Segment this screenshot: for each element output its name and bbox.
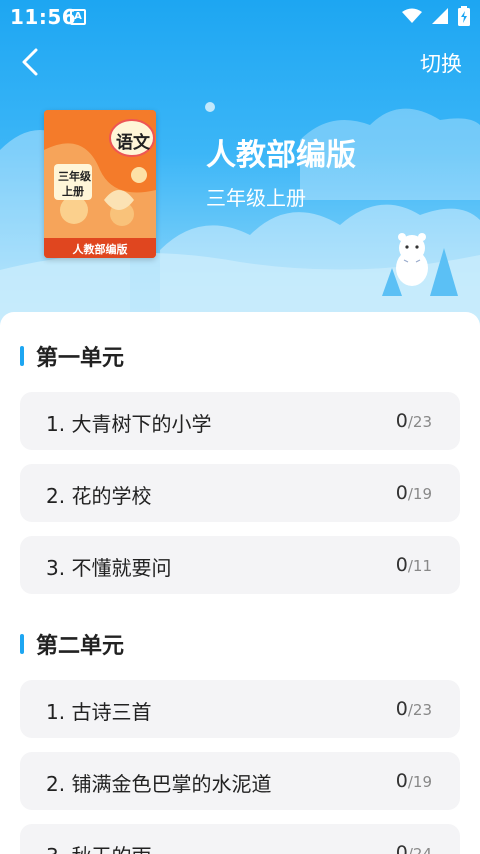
lesson-item[interactable]: 3. 不懂就要问 0/11 bbox=[20, 536, 460, 594]
back-arrow-icon[interactable] bbox=[14, 44, 50, 80]
lesson-total: /23 bbox=[407, 413, 432, 431]
wifi-icon bbox=[402, 8, 422, 23]
lesson-total: /23 bbox=[407, 701, 432, 719]
lesson-name: 3. 不懂就要问 bbox=[46, 556, 172, 580]
lesson-item[interactable]: 2. 花的学校 0/19 bbox=[20, 464, 460, 522]
lesson-name: 3. 秋天的雨 bbox=[46, 840, 151, 854]
lesson-progress: 0/23 bbox=[396, 698, 432, 720]
lesson-done: 0 bbox=[395, 842, 408, 854]
lesson-done: 0 bbox=[395, 482, 408, 504]
unit-accent-bar bbox=[20, 634, 24, 654]
book-cover-subject: 语文 bbox=[116, 133, 150, 153]
lesson-done: 0 bbox=[395, 698, 408, 720]
lesson-item[interactable]: 1. 古诗三首 0/23 bbox=[20, 680, 460, 738]
unit-title: 第二单元 bbox=[36, 634, 125, 659]
lesson-name: 1. 大青树下的小学 bbox=[46, 412, 212, 436]
lesson-total: /19 bbox=[407, 485, 432, 503]
book-cover-grade-line1: 三年级 bbox=[58, 170, 91, 183]
status-icons bbox=[402, 6, 470, 26]
signal-icon bbox=[432, 8, 448, 24]
lesson-list-panel: 第一单元 1. 大青树下的小学 0/23 2. 花的学校 0/19 3. 不懂就… bbox=[0, 312, 480, 854]
lesson-progress: 0/23 bbox=[396, 410, 432, 432]
lesson-progress: 0/24 bbox=[396, 842, 432, 854]
status-time: 11:56 bbox=[10, 5, 77, 29]
lesson-done: 0 bbox=[395, 770, 408, 792]
unit-title: 第一单元 bbox=[36, 346, 125, 371]
lesson-done: 0 bbox=[395, 410, 408, 432]
unit-accent-bar bbox=[20, 346, 24, 366]
book-cover-grade-line2: 上册 bbox=[62, 185, 84, 198]
lesson-name: 2. 铺满金色巴掌的水泥道 bbox=[46, 772, 272, 796]
switch-button[interactable]: 切换 bbox=[420, 48, 462, 78]
battery-icon bbox=[458, 6, 470, 26]
lesson-done: 0 bbox=[395, 554, 408, 576]
lesson-total: /19 bbox=[407, 773, 432, 791]
notification-a-icon: A bbox=[70, 9, 86, 25]
lesson-progress: 0/19 bbox=[396, 770, 432, 792]
lesson-item[interactable]: 2. 铺满金色巴掌的水泥道 0/19 bbox=[20, 752, 460, 810]
book-cover: 语文 三年级 上册 人教部编版 bbox=[44, 110, 156, 258]
lesson-name: 1. 古诗三首 bbox=[46, 700, 152, 724]
book-grade: 三年级上册 bbox=[206, 186, 306, 210]
book-cover-publisher: 人教部编版 bbox=[72, 243, 128, 256]
unit-header: 第一单元 bbox=[20, 342, 125, 371]
lesson-item[interactable]: 1. 大青树下的小学 0/23 bbox=[20, 392, 460, 450]
top-navigation-bar: 切换 bbox=[0, 40, 480, 84]
unit-header: 第二单元 bbox=[20, 630, 125, 659]
status-bar: 11:56 A bbox=[0, 0, 480, 34]
book-title: 人教部编版 bbox=[206, 138, 356, 173]
lesson-total: /24 bbox=[407, 845, 432, 854]
lesson-progress: 0/19 bbox=[396, 482, 432, 504]
lesson-progress: 0/11 bbox=[396, 554, 432, 576]
header-banner: 11:56 A 切换 语文 三年级 上册 人教部编版 人教部编版 三年级上册 bbox=[0, 0, 480, 340]
lesson-name: 2. 花的学校 bbox=[46, 484, 152, 508]
lesson-item[interactable]: 3. 秋天的雨 0/24 bbox=[20, 824, 460, 854]
lesson-total: /11 bbox=[407, 557, 432, 575]
